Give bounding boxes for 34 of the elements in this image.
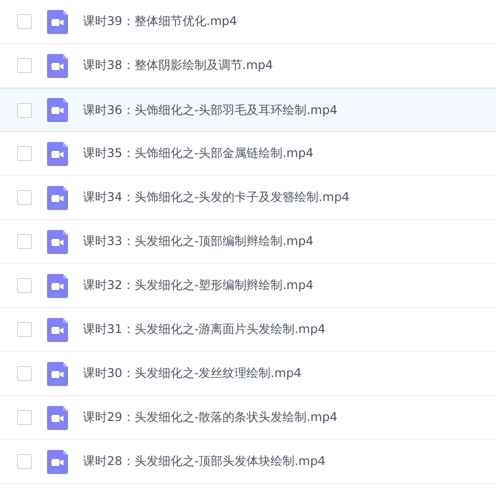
file-row[interactable]: 课时36：头饰细化之-头部羽毛及耳环绘制.mp4: [0, 88, 496, 132]
checkbox[interactable]: [17, 410, 32, 425]
video-file-icon: [47, 186, 68, 210]
checkbox[interactable]: [17, 322, 32, 337]
video-file-icon: [47, 142, 68, 166]
checkbox[interactable]: [17, 146, 32, 161]
video-file-icon: [47, 450, 68, 474]
video-file-icon: [47, 318, 68, 342]
file-name[interactable]: 课时34：头饰细化之-头发的卡子及发簪绘制.mp4: [83, 189, 350, 206]
checkbox[interactable]: [17, 454, 32, 469]
checkbox[interactable]: [17, 234, 32, 249]
video-file-icon: [47, 10, 68, 34]
file-name[interactable]: 课时32：头发细化之-塑形编制辫绘制.mp4: [83, 277, 314, 294]
video-file-icon: [47, 362, 68, 386]
video-file-icon: [47, 274, 68, 298]
video-file-icon: [47, 230, 68, 254]
file-name[interactable]: 课时28：头发细化之-顶部头发体块绘制.mp4: [83, 453, 326, 470]
file-name[interactable]: 课时38：整体阴影绘制及调节.mp4: [83, 57, 274, 74]
file-name[interactable]: 课时33：头发细化之-顶部编制辫绘制.mp4: [83, 233, 314, 250]
video-file-icon: [47, 98, 68, 122]
file-name[interactable]: 课时29：头发细化之-散落的条状头发绘制.mp4: [83, 409, 338, 426]
checkbox[interactable]: [17, 190, 32, 205]
checkbox[interactable]: [17, 102, 32, 118]
checkbox[interactable]: [17, 14, 32, 29]
video-file-icon: [47, 54, 68, 78]
video-file-icon: [47, 406, 68, 430]
file-name[interactable]: 课时39：整体细节优化.mp4: [83, 13, 238, 30]
checkbox[interactable]: [17, 58, 32, 73]
checkbox[interactable]: [17, 366, 32, 381]
checkbox[interactable]: [17, 278, 32, 293]
file-name[interactable]: 课时35：头饰细化之-头部金属链绘制.mp4: [83, 145, 314, 162]
file-name[interactable]: 课时31：头发细化之-游离面片头发绘制.mp4: [83, 321, 326, 338]
file-name[interactable]: 课时36：头饰细化之-头部羽毛及耳环绘制.mp4: [83, 102, 338, 118]
file-name[interactable]: 课时30：头发细化之-发丝纹理绘制.mp4: [83, 365, 302, 382]
